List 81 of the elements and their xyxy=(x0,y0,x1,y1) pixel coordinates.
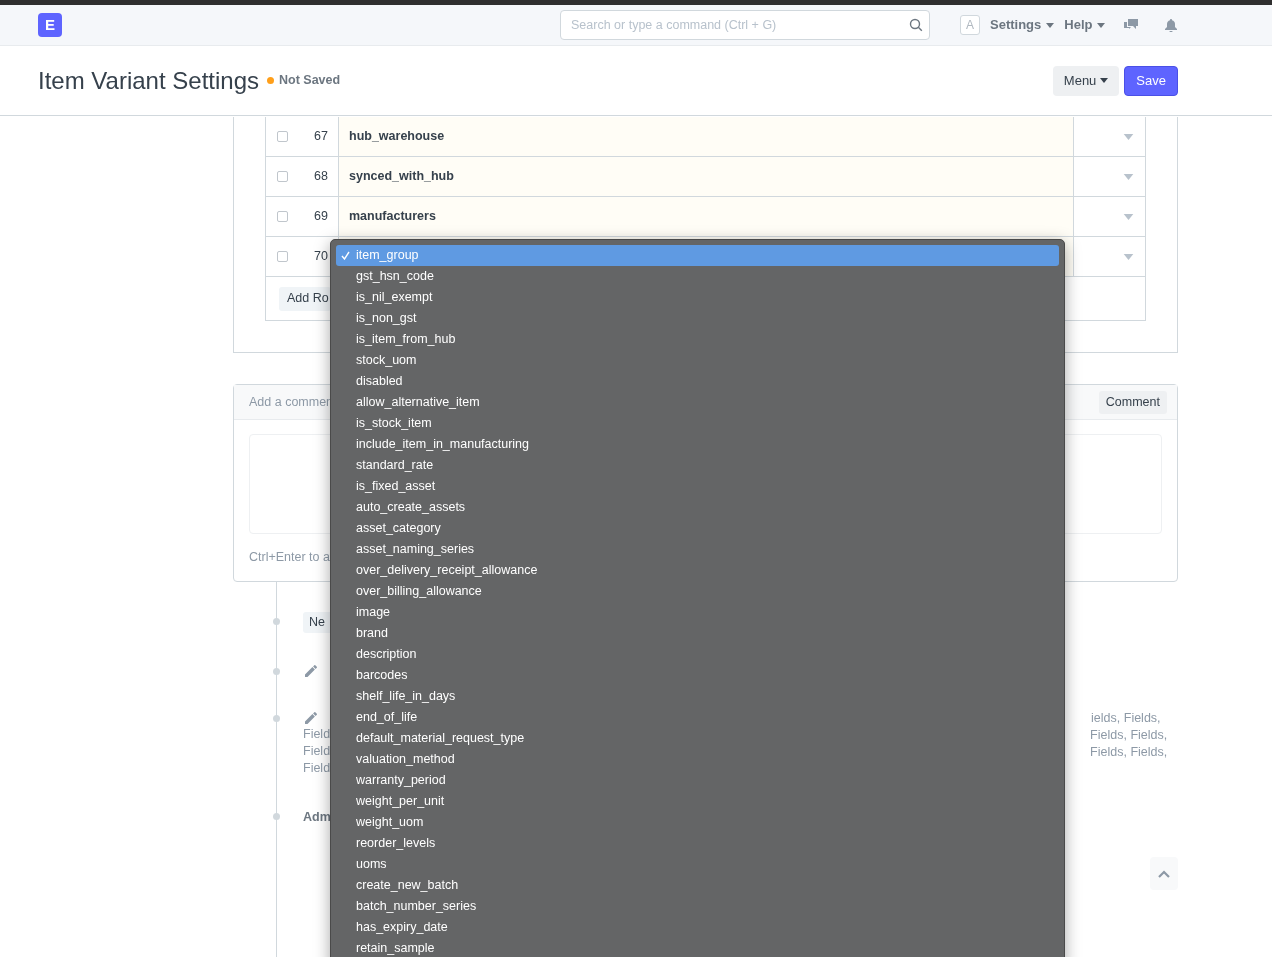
row-checkbox[interactable] xyxy=(277,251,288,262)
timeline-button[interactable]: Ne xyxy=(303,612,330,633)
dropdown-option[interactable]: is_stock_item xyxy=(336,413,1059,434)
dropdown-option[interactable]: auto_create_assets xyxy=(336,497,1059,518)
caret-icon xyxy=(1123,213,1134,220)
dropdown-option[interactable]: include_item_in_manufacturing xyxy=(336,434,1059,455)
row-number: 70 xyxy=(314,248,328,266)
caret-icon xyxy=(1123,253,1134,260)
dropdown-option[interactable]: weight_uom xyxy=(336,812,1059,833)
field-name: manufacturers xyxy=(349,208,436,226)
field-name: synced_with_hub xyxy=(349,168,454,186)
field-name: hub_warehouse xyxy=(349,128,445,146)
dropdown-option[interactable]: is_fixed_asset xyxy=(336,476,1059,497)
row-number: 68 xyxy=(314,168,328,186)
row-checkbox[interactable] xyxy=(277,211,288,222)
timeline-text: Field xyxy=(303,743,331,760)
scroll-top-button[interactable] xyxy=(1150,857,1178,890)
dropdown-option[interactable]: image xyxy=(336,602,1059,623)
dropdown-option[interactable]: asset_category xyxy=(336,518,1059,539)
dropdown-option[interactable]: create_new_batch xyxy=(336,875,1059,896)
dropdown-option[interactable]: batch_number_series xyxy=(336,896,1059,917)
caret-icon xyxy=(1123,133,1134,140)
row-checkbox[interactable] xyxy=(277,171,288,182)
page-title: Item Variant Settings xyxy=(38,65,259,96)
dropdown-option[interactable]: weight_per_unit xyxy=(336,791,1059,812)
dropdown-option[interactable]: valuation_method xyxy=(336,749,1059,770)
pencil-icon xyxy=(303,710,319,726)
timeline-text: Field xyxy=(303,760,331,777)
dropdown-option[interactable]: over_billing_allowance xyxy=(336,581,1059,602)
pencil-icon xyxy=(303,663,319,679)
comment-hint: Ctrl+Enter to a xyxy=(249,549,330,567)
chevron-up-icon xyxy=(1158,869,1170,878)
timeline-text: Fields, Fields, xyxy=(1090,727,1168,744)
comment-button[interactable]: Comment xyxy=(1098,390,1167,414)
table-cell[interactable]: manufacturers xyxy=(339,197,1074,236)
row-number: 69 xyxy=(314,208,328,226)
search-icon xyxy=(909,18,923,32)
table-cell[interactable]: synced_with_hub xyxy=(339,157,1074,196)
dropdown-option[interactable]: stock_uom xyxy=(336,350,1059,371)
timeline-text: Adm xyxy=(303,809,331,826)
menu-button[interactable]: Menu xyxy=(1052,65,1120,96)
timeline-text: Fields, Fields, xyxy=(1090,744,1168,761)
app-logo[interactable]: E xyxy=(38,13,62,37)
dropdown-option[interactable]: warranty_period xyxy=(336,770,1059,791)
dropdown-option[interactable]: is_item_from_hub xyxy=(336,329,1059,350)
nav-menu[interactable]: Settings xyxy=(990,15,1055,35)
dropdown-option[interactable]: allow_alternative_item xyxy=(336,392,1059,413)
caret-icon xyxy=(1100,78,1109,83)
dropdown-option[interactable]: gst_hsn_code xyxy=(336,266,1059,287)
caret-icon xyxy=(1123,173,1134,180)
search-field[interactable]: Search or type a command (Ctrl + G) xyxy=(560,10,930,40)
caret-icon xyxy=(1097,22,1106,28)
row-checkbox[interactable] xyxy=(277,131,288,142)
chat-icon[interactable] xyxy=(1123,18,1140,32)
timeline-text: Field xyxy=(303,726,331,743)
dropdown-option[interactable]: is_non_gst xyxy=(336,308,1059,329)
dropdown-option[interactable]: over_delivery_receipt_allowance xyxy=(336,560,1059,581)
save-button[interactable]: Save xyxy=(1124,65,1178,96)
check-icon xyxy=(341,251,350,260)
dropdown-option[interactable]: uoms xyxy=(336,854,1059,875)
caret-icon xyxy=(1046,22,1055,28)
dropdown-option[interactable]: has_expiry_date xyxy=(336,917,1059,938)
dropdown-option[interactable]: disabled xyxy=(336,371,1059,392)
dropdown-option[interactable]: brand xyxy=(336,623,1059,644)
row-number: 67 xyxy=(314,128,328,146)
dropdown-option[interactable]: standard_rate xyxy=(336,455,1059,476)
dropdown-option[interactable]: end_of_life xyxy=(336,707,1059,728)
dropdown-option[interactable]: retain_sample xyxy=(336,938,1059,957)
timeline-text: ields, Fields, xyxy=(1091,710,1162,727)
dropdown-option[interactable]: reorder_levels xyxy=(336,833,1059,854)
add-row-button[interactable]: Add Ro xyxy=(279,286,331,311)
nav-menu[interactable]: Help xyxy=(1064,15,1106,35)
dropdown-option[interactable]: is_nil_exempt xyxy=(336,287,1059,308)
status-text: Not Saved xyxy=(279,72,341,90)
bell-icon[interactable] xyxy=(1165,18,1178,32)
dropdown-option[interactable]: default_material_request_type xyxy=(336,728,1059,749)
dropdown-option[interactable]: barcodes xyxy=(336,665,1059,686)
dropdown-option[interactable]: description xyxy=(336,644,1059,665)
table-cell[interactable]: hub_warehouse xyxy=(339,117,1074,156)
dropdown-option[interactable]: shelf_life_in_days xyxy=(336,686,1059,707)
dropdown-option[interactable]: asset_naming_series xyxy=(336,539,1059,560)
